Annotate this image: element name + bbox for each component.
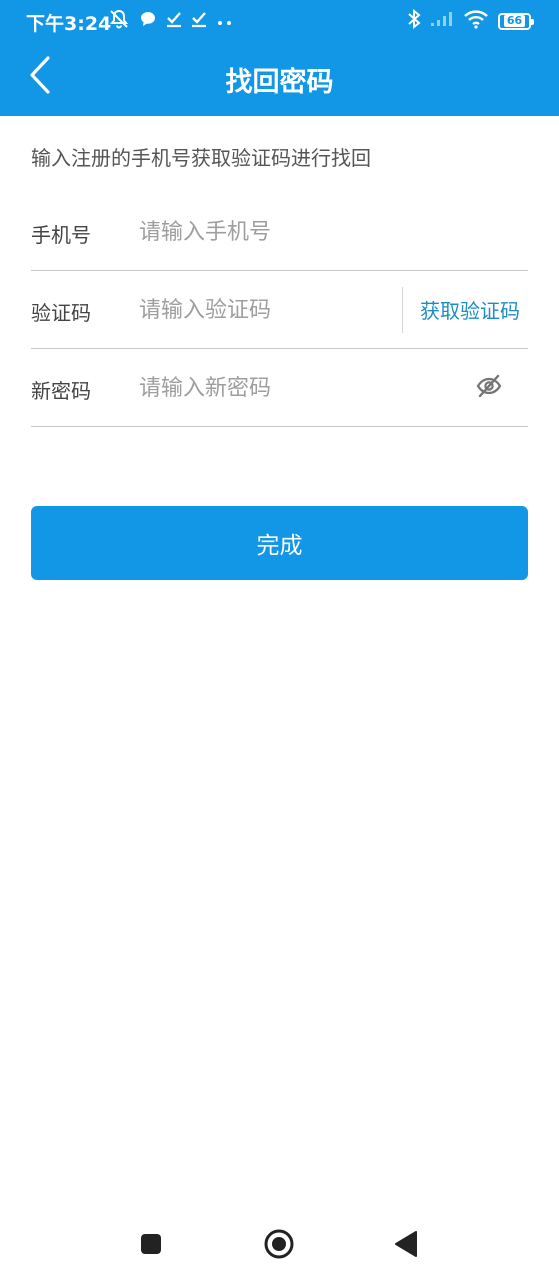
wifi-icon bbox=[463, 9, 489, 33]
battery-icon: 66 bbox=[498, 12, 534, 30]
app-bar: 找回密码 bbox=[0, 40, 559, 116]
status-left-icons bbox=[108, 9, 234, 33]
get-code-button[interactable]: 获取验证码 bbox=[420, 295, 520, 324]
new-password-label: 新密码 bbox=[31, 379, 91, 403]
back-triangle-icon bbox=[394, 1231, 418, 1261]
system-nav-bar bbox=[0, 1208, 559, 1280]
more-dots-icon bbox=[216, 12, 234, 31]
battery-level: 66 bbox=[503, 15, 526, 27]
password-visibility-toggle[interactable] bbox=[474, 373, 504, 403]
page-title: 找回密码 bbox=[225, 67, 334, 98]
phone-label: 手机号 bbox=[31, 223, 91, 247]
status-bar: 下午3:24 66 bbox=[0, 0, 559, 40]
check-icon bbox=[166, 10, 182, 32]
complete-button[interactable]: 完成 bbox=[31, 506, 528, 580]
signal-icon bbox=[430, 11, 454, 31]
verification-code-input[interactable] bbox=[139, 289, 389, 331]
eye-off-icon bbox=[475, 372, 503, 404]
mute-bell-icon bbox=[108, 8, 130, 34]
new-password-input[interactable] bbox=[139, 367, 459, 409]
header: 下午3:24 66 找回密码 bbox=[0, 0, 559, 116]
status-time: 下午3:24 bbox=[26, 13, 112, 35]
new-password-row: 新密码 bbox=[31, 349, 528, 427]
phone-row: 手机号 bbox=[31, 193, 528, 271]
check-icon bbox=[191, 10, 207, 32]
verification-code-label: 验证码 bbox=[31, 301, 91, 325]
code-divider bbox=[402, 287, 403, 333]
recent-apps-button[interactable] bbox=[131, 1226, 171, 1266]
bluetooth-icon bbox=[407, 8, 421, 33]
recent-apps-icon bbox=[139, 1232, 163, 1260]
verification-code-row: 验证码 获取验证码 bbox=[31, 271, 528, 349]
instruction-text: 输入注册的手机号获取验证码进行找回 bbox=[31, 146, 371, 170]
system-back-button[interactable] bbox=[386, 1226, 426, 1266]
phone-input[interactable] bbox=[139, 211, 519, 253]
chat-bubble-icon bbox=[139, 10, 157, 32]
home-button[interactable] bbox=[259, 1226, 299, 1266]
home-icon bbox=[263, 1228, 295, 1264]
status-right-icons: 66 bbox=[407, 8, 534, 33]
